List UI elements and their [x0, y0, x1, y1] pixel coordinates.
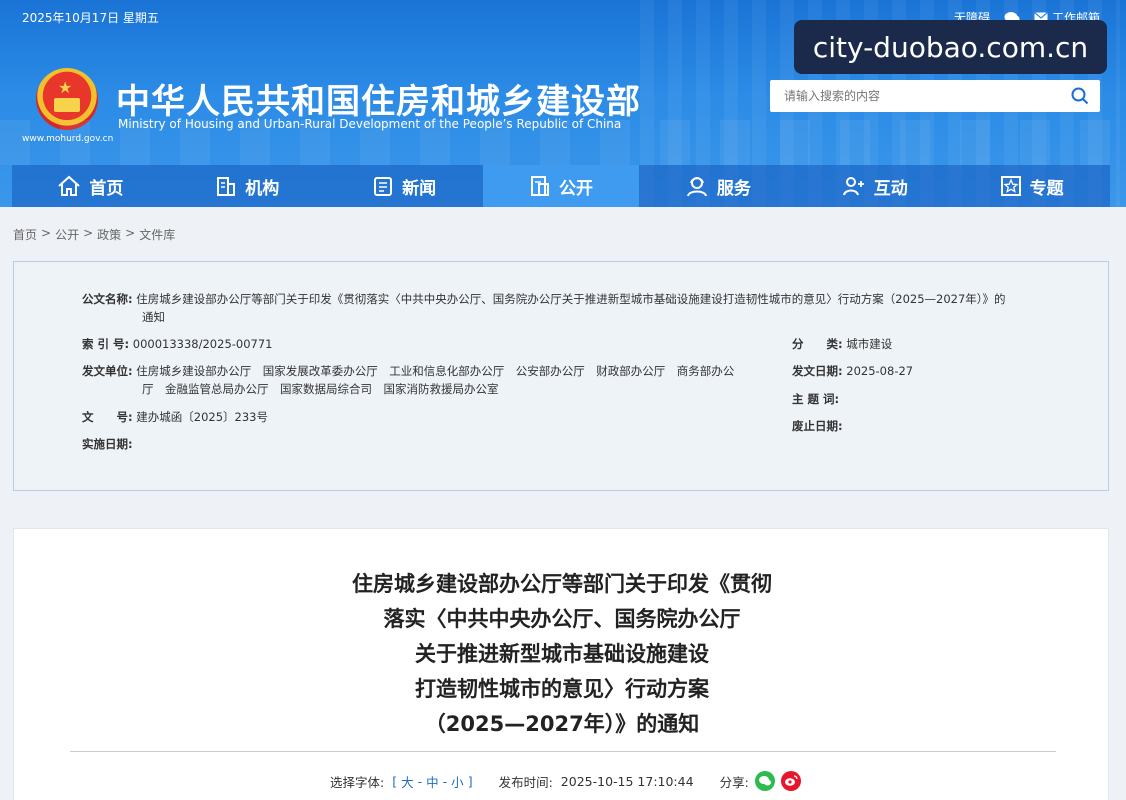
watermark-overlay: city-duobao.com.cn — [794, 20, 1107, 74]
article-info-bar: 选择字体: [ 大 - 中 - 小 ] 发布时间: 2025-10-15 17:… — [330, 771, 801, 791]
meta-title-value-cont: 通知 — [142, 310, 165, 324]
share-wechat-button[interactable] — [754, 771, 775, 791]
font-size-separator: - — [442, 773, 448, 789]
meta-issue-date-label: 发文日期: — [792, 364, 843, 378]
breadcrumb-policy[interactable]: 政策 — [97, 226, 121, 243]
breadcrumb: 首页 > 公开 > 政策 > 文件库 — [13, 226, 175, 243]
search-button[interactable] — [1060, 80, 1100, 112]
meta-keywords-row: 主 题 词: — [792, 390, 839, 408]
title-divider — [70, 751, 1056, 752]
nav-label: 新闻 — [402, 178, 437, 199]
nav-label: 专题 — [1029, 178, 1064, 199]
meta-issuer-label: 发文单位: — [82, 364, 133, 378]
nav-label: 互动 — [873, 178, 908, 199]
news-icon — [374, 177, 393, 196]
nav-label: 服务 — [716, 178, 751, 199]
meta-title-label: 公文名称: — [82, 292, 133, 306]
meta-abolish-row: 废止日期: — [792, 417, 843, 435]
nav-item-public[interactable]: 公开 — [482, 165, 640, 207]
star-icon — [1000, 176, 1021, 196]
wechat-icon — [758, 776, 771, 786]
nav-item-organization[interactable]: 机构 — [169, 165, 326, 207]
font-size-separator: - — [417, 773, 423, 789]
font-select-label: 选择字体: — [330, 774, 385, 790]
share-section: 分享: — [720, 771, 801, 791]
meta-issuer-value-cont: 厅 金融监管总局办公厅 国家数据局综合司 国家消防救援局办公室 — [142, 382, 499, 396]
font-bracket-close: ] — [467, 773, 473, 789]
font-bracket-open: [ — [392, 773, 398, 789]
meta-index-row: 索 引 号: 000013338/2025-00771 — [82, 335, 273, 353]
meta-issue-date-row: 发文日期: 2025-08-27 — [792, 362, 913, 380]
current-date: 2025年10月17日 星期五 — [22, 11, 159, 25]
breadcrumb-separator: > — [83, 226, 94, 240]
nav-item-news[interactable]: 新闻 — [326, 165, 483, 207]
nav-item-topics[interactable]: 专题 — [953, 165, 1110, 207]
meta-index-value: 000013338/2025-00771 — [132, 337, 273, 351]
main-nav: 首页 机构 新闻 公开 服务 互动 专题 — [12, 165, 1110, 207]
meta-issuer-value: 住房城乡建设部办公厅 国家发展改革委办公厅 工业和信息化部办公厅 公安部办公厅 … — [136, 364, 735, 378]
search-input[interactable] — [770, 81, 1060, 111]
meta-category-label: 分 类: — [792, 337, 843, 351]
site-title[interactable]: 中华人民共和国住房和城乡建设部 — [116, 74, 641, 123]
meta-category-value: 城市建设 — [846, 337, 893, 351]
search-box — [770, 80, 1100, 112]
search-icon — [1071, 87, 1089, 105]
meta-effective-label: 实施日期: — [82, 437, 133, 451]
breadcrumb-home[interactable]: 首页 — [13, 226, 37, 243]
font-size-medium-button[interactable]: 中 — [426, 772, 439, 791]
weibo-icon — [784, 775, 798, 786]
person-service-icon — [686, 177, 707, 197]
font-size-large-button[interactable]: 大 — [401, 772, 414, 791]
document-metadata: 公文名称: 住房城乡建设部办公厅等部门关于印发《贯彻落实〈中共中央办公厅、国务院… — [13, 261, 1109, 491]
article-title-line: （2025—2027年）》的通知 — [424, 712, 700, 736]
publish-time-label: 发布时间: — [498, 774, 553, 790]
meta-docno-row: 文 号: 建办城函〔2025〕233号 — [82, 408, 268, 426]
meta-title-value: 住房城乡建设部办公厅等部门关于印发《贯彻落实〈中共中央办公厅、国务院办公厅关于推… — [136, 292, 1006, 306]
meta-keywords-label: 主 题 词: — [792, 392, 840, 406]
share-weibo-button[interactable] — [780, 771, 801, 791]
nav-item-service[interactable]: 服务 — [639, 165, 796, 207]
meta-index-label: 索 引 号: — [82, 337, 130, 351]
site-url: www.mohurd.gov.cn — [22, 134, 114, 144]
meta-category-row: 分 类: 城市建设 — [792, 335, 892, 353]
publish-time-value: 2025-10-15 17:10:44 — [560, 773, 694, 789]
breadcrumb-public[interactable]: 公开 — [55, 226, 79, 243]
home-icon — [58, 175, 81, 196]
meta-title-row2: 通知 — [142, 308, 165, 326]
nav-item-interaction[interactable]: 互动 — [796, 165, 953, 207]
meta-docno-label: 文 号: — [82, 410, 133, 424]
font-size-small-button[interactable]: 小 — [451, 772, 464, 791]
meta-issuer-row2: 厅 金融监管总局办公厅 国家数据局综合司 国家消防救援局办公室 — [142, 380, 499, 398]
article-card: 住房城乡建设部办公厅等部门关于印发《贯彻 落实〈中共中央办公厅、国务院办公厅 关… — [13, 528, 1109, 800]
site-subtitle: Ministry of Housing and Urban-Rural Deve… — [118, 117, 622, 131]
breadcrumb-separator: > — [125, 226, 136, 240]
share-label: 分享: — [719, 774, 749, 790]
nav-item-home[interactable]: 首页 — [12, 165, 169, 207]
article-title: 住房城乡建设部办公厅等部门关于印发《贯彻 落实〈中共中央办公厅、国务院办公厅 关… — [14, 567, 1110, 742]
article-title-line: 落实〈中共中央办公厅、国务院办公厅 — [383, 607, 741, 631]
meta-docno-value: 建办城函〔2025〕233号 — [136, 410, 268, 424]
meta-issuer-row: 发文单位: 住房城乡建设部办公厅 国家发展改革委办公厅 工业和信息化部办公厅 公… — [82, 362, 772, 380]
article-title-line: 关于推进新型城市基础设施建设 — [415, 642, 709, 666]
nav-label: 机构 — [245, 178, 280, 199]
meta-effective-row: 实施日期: — [82, 435, 133, 453]
breadcrumb-library[interactable]: 文件库 — [139, 226, 175, 243]
nav-label: 首页 — [89, 178, 124, 199]
meta-title-row: 公文名称: 住房城乡建设部办公厅等部门关于印发《贯彻落实〈中共中央办公厅、国务院… — [82, 290, 1062, 308]
document-icon — [531, 176, 549, 196]
article-title-line: 打造韧性城市的意见〉行动方案 — [415, 677, 709, 701]
nav-label: 公开 — [559, 178, 593, 199]
building-icon — [217, 177, 236, 196]
national-emblem-icon[interactable]: ★ — [36, 68, 98, 130]
meta-issue-date-value: 2025-08-27 — [846, 364, 914, 378]
breadcrumb-separator: > — [41, 226, 52, 240]
article-title-line: 住房城乡建设部办公厅等部门关于印发《贯彻 — [352, 572, 772, 596]
interaction-icon — [842, 177, 864, 196]
meta-abolish-label: 废止日期: — [792, 419, 843, 433]
